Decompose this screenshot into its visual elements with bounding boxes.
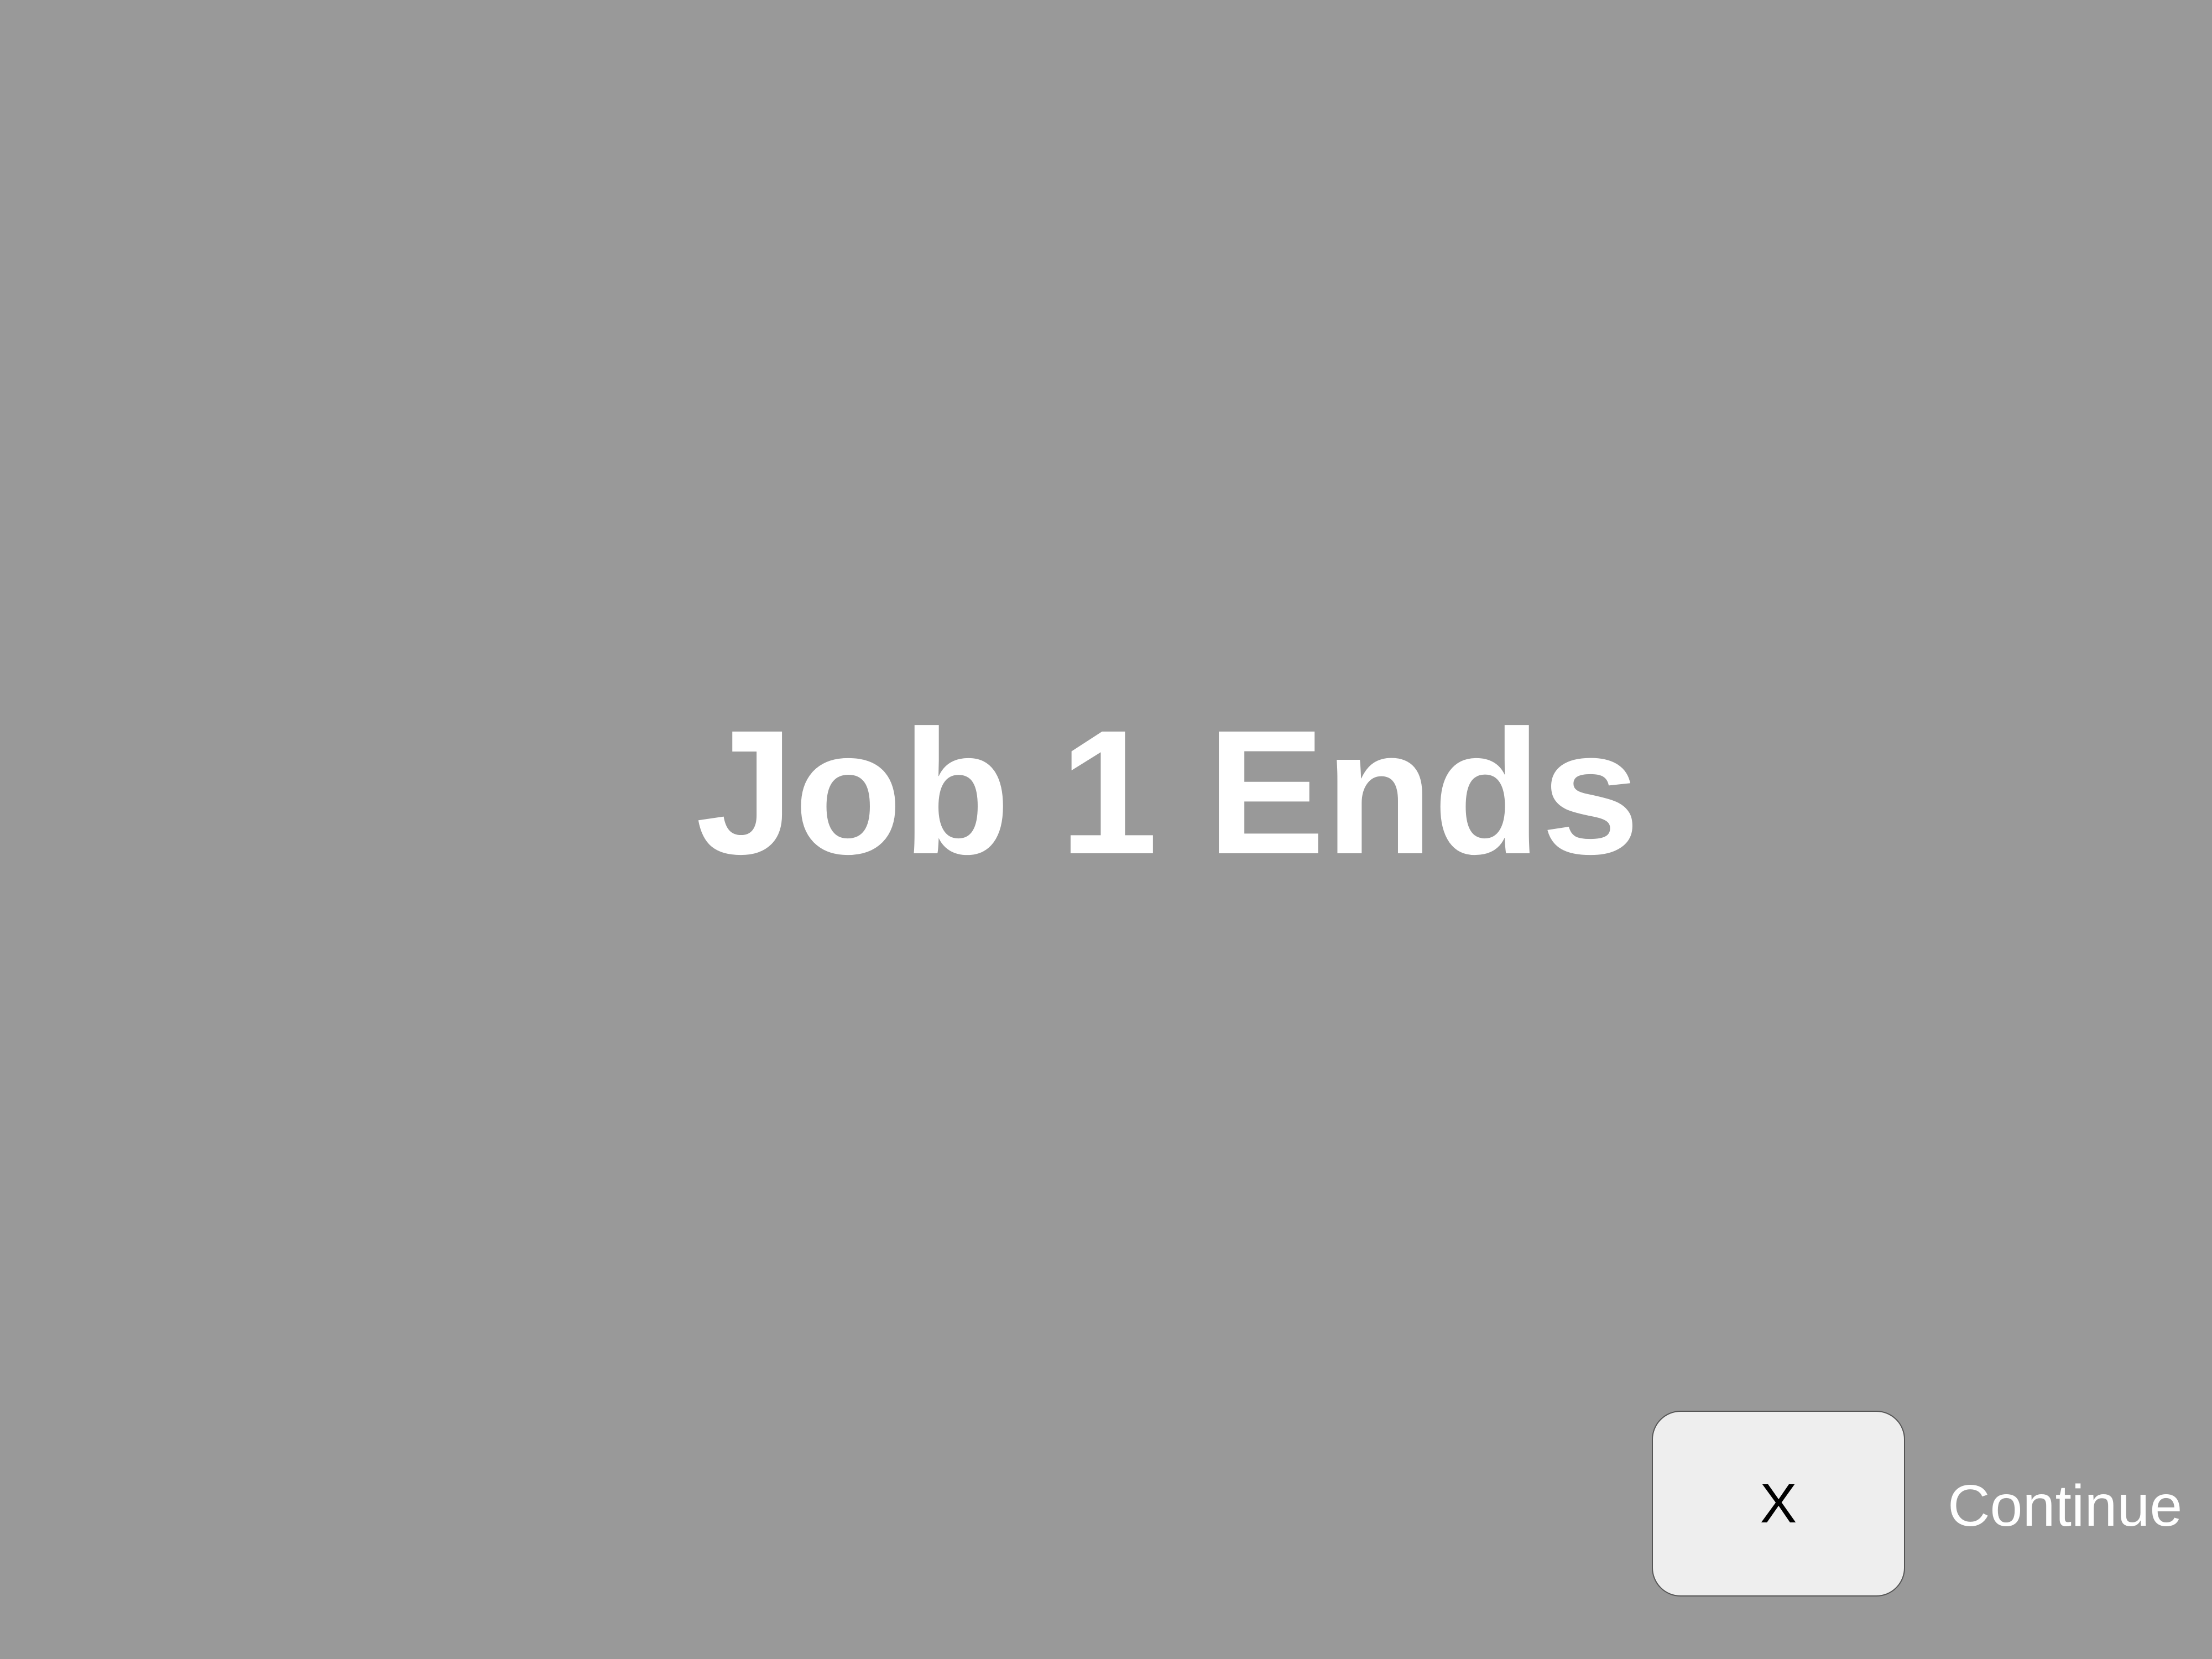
key-label: X (1760, 1472, 1797, 1535)
continue-key-button[interactable]: X (1652, 1411, 1905, 1597)
continue-label: Continue (1948, 1473, 2183, 1538)
screen-title: Job 1 Ends (695, 693, 1640, 891)
